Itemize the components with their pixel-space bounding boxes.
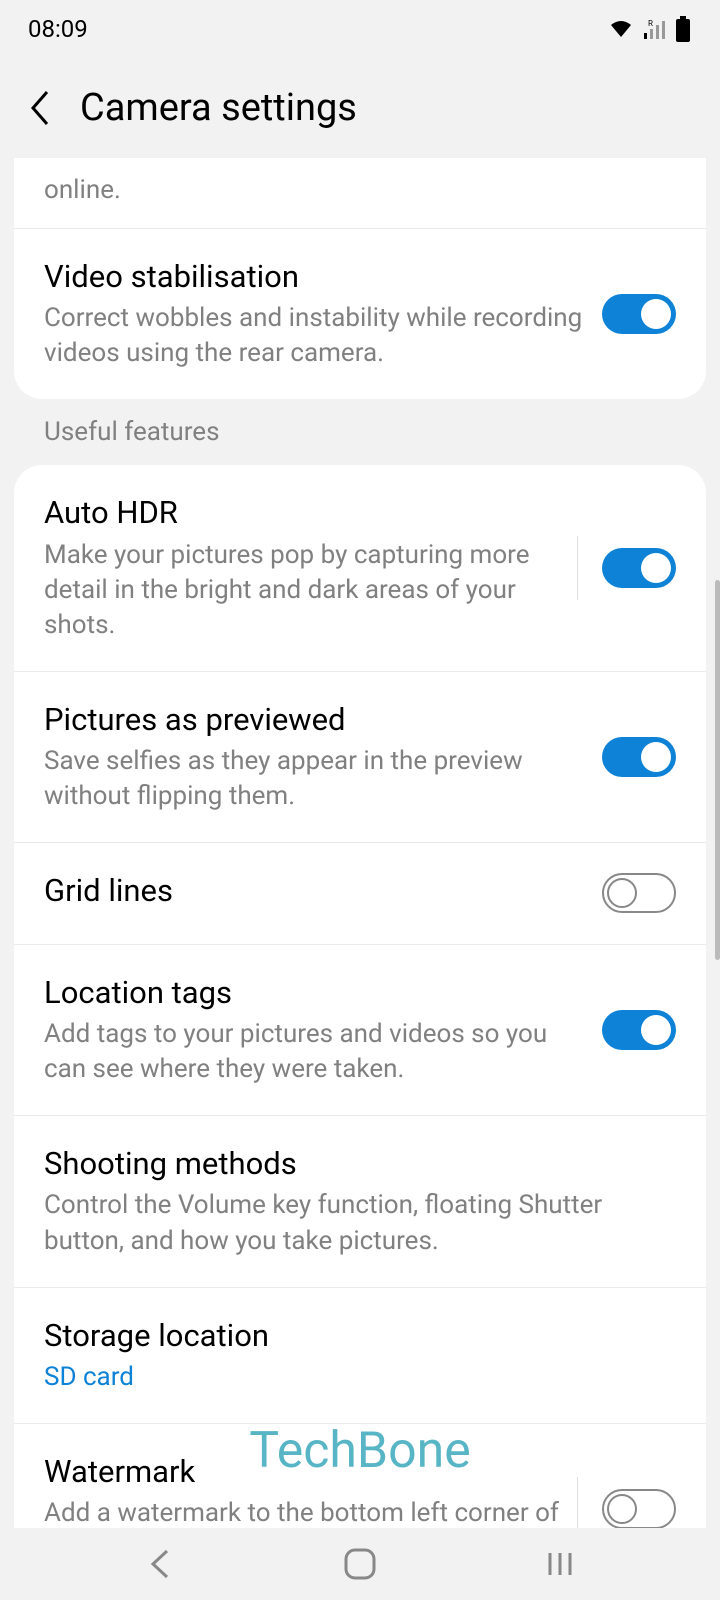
watermark-overlay: TechBone	[249, 1422, 470, 1480]
status-icons: R	[608, 16, 692, 42]
header: Camera settings	[0, 58, 720, 158]
video-stabilisation-toggle[interactable]	[602, 294, 676, 334]
page-title: Camera settings	[80, 86, 357, 130]
setting-title: Pictures as previewed	[44, 700, 586, 740]
status-time: 08:09	[28, 15, 88, 43]
location-tags-toggle[interactable]	[602, 1010, 676, 1050]
svg-text:R: R	[648, 19, 653, 28]
nav-back-icon	[147, 1547, 173, 1581]
setting-desc: Add a watermark to the bottom left corne…	[44, 1496, 561, 1528]
storage-location-row[interactable]: Storage location SD card	[14, 1287, 706, 1423]
watermark-toggle[interactable]	[602, 1489, 676, 1528]
settings-card-top: online. Video stabilisation Correct wobb…	[14, 158, 706, 399]
grid-lines-row[interactable]: Grid lines	[14, 842, 706, 943]
setting-desc: Save selfies as they appear in the previ…	[44, 744, 586, 814]
setting-title: Auto HDR	[44, 493, 561, 533]
auto-hdr-row[interactable]: Auto HDR Make your pictures pop by captu…	[14, 465, 706, 671]
nav-home-button[interactable]	[330, 1534, 390, 1594]
scrollbar[interactable]	[715, 580, 720, 960]
nav-home-icon	[343, 1547, 377, 1581]
section-header-useful: Useful features	[14, 417, 706, 465]
chevron-left-icon	[27, 88, 53, 128]
pictures-previewed-toggle[interactable]	[602, 737, 676, 777]
back-button[interactable]	[20, 88, 60, 128]
nav-recents-button[interactable]	[530, 1534, 590, 1594]
setting-desc: Add tags to your pictures and videos so …	[44, 1017, 586, 1087]
setting-desc: Make your pictures pop by capturing more…	[44, 538, 561, 643]
content-area: online. Video stabilisation Correct wobb…	[0, 158, 720, 1528]
setting-title: Grid lines	[44, 871, 586, 911]
settings-card-useful: Auto HDR Make your pictures pop by captu…	[14, 465, 706, 1528]
setting-desc: Correct wobbles and instability while re…	[44, 301, 586, 371]
nav-back-button[interactable]	[130, 1534, 190, 1594]
battery-icon	[674, 16, 692, 42]
signal-icon: R	[642, 19, 666, 39]
location-tags-row[interactable]: Location tags Add tags to your pictures …	[14, 944, 706, 1115]
setting-desc: Control the Volume key function, floatin…	[44, 1188, 660, 1258]
divider	[577, 1477, 578, 1528]
nav-recents-icon	[545, 1549, 575, 1579]
video-stabilisation-row[interactable]: Video stabilisation Correct wobbles and …	[14, 228, 706, 399]
auto-hdr-toggle[interactable]	[602, 548, 676, 588]
pictures-previewed-row[interactable]: Pictures as previewed Save selfies as th…	[14, 671, 706, 842]
grid-lines-toggle[interactable]	[602, 873, 676, 913]
nav-bar	[0, 1528, 720, 1600]
setting-value: SD card	[44, 1360, 660, 1395]
divider	[577, 536, 578, 600]
truncated-text: online.	[14, 174, 706, 228]
setting-title: Location tags	[44, 973, 586, 1013]
setting-title: Shooting methods	[44, 1144, 660, 1184]
status-bar: 08:09 R	[0, 0, 720, 58]
setting-title: Storage location	[44, 1316, 660, 1356]
shooting-methods-row[interactable]: Shooting methods Control the Volume key …	[14, 1115, 706, 1286]
wifi-icon	[608, 19, 634, 39]
setting-title: Video stabilisation	[44, 257, 586, 297]
